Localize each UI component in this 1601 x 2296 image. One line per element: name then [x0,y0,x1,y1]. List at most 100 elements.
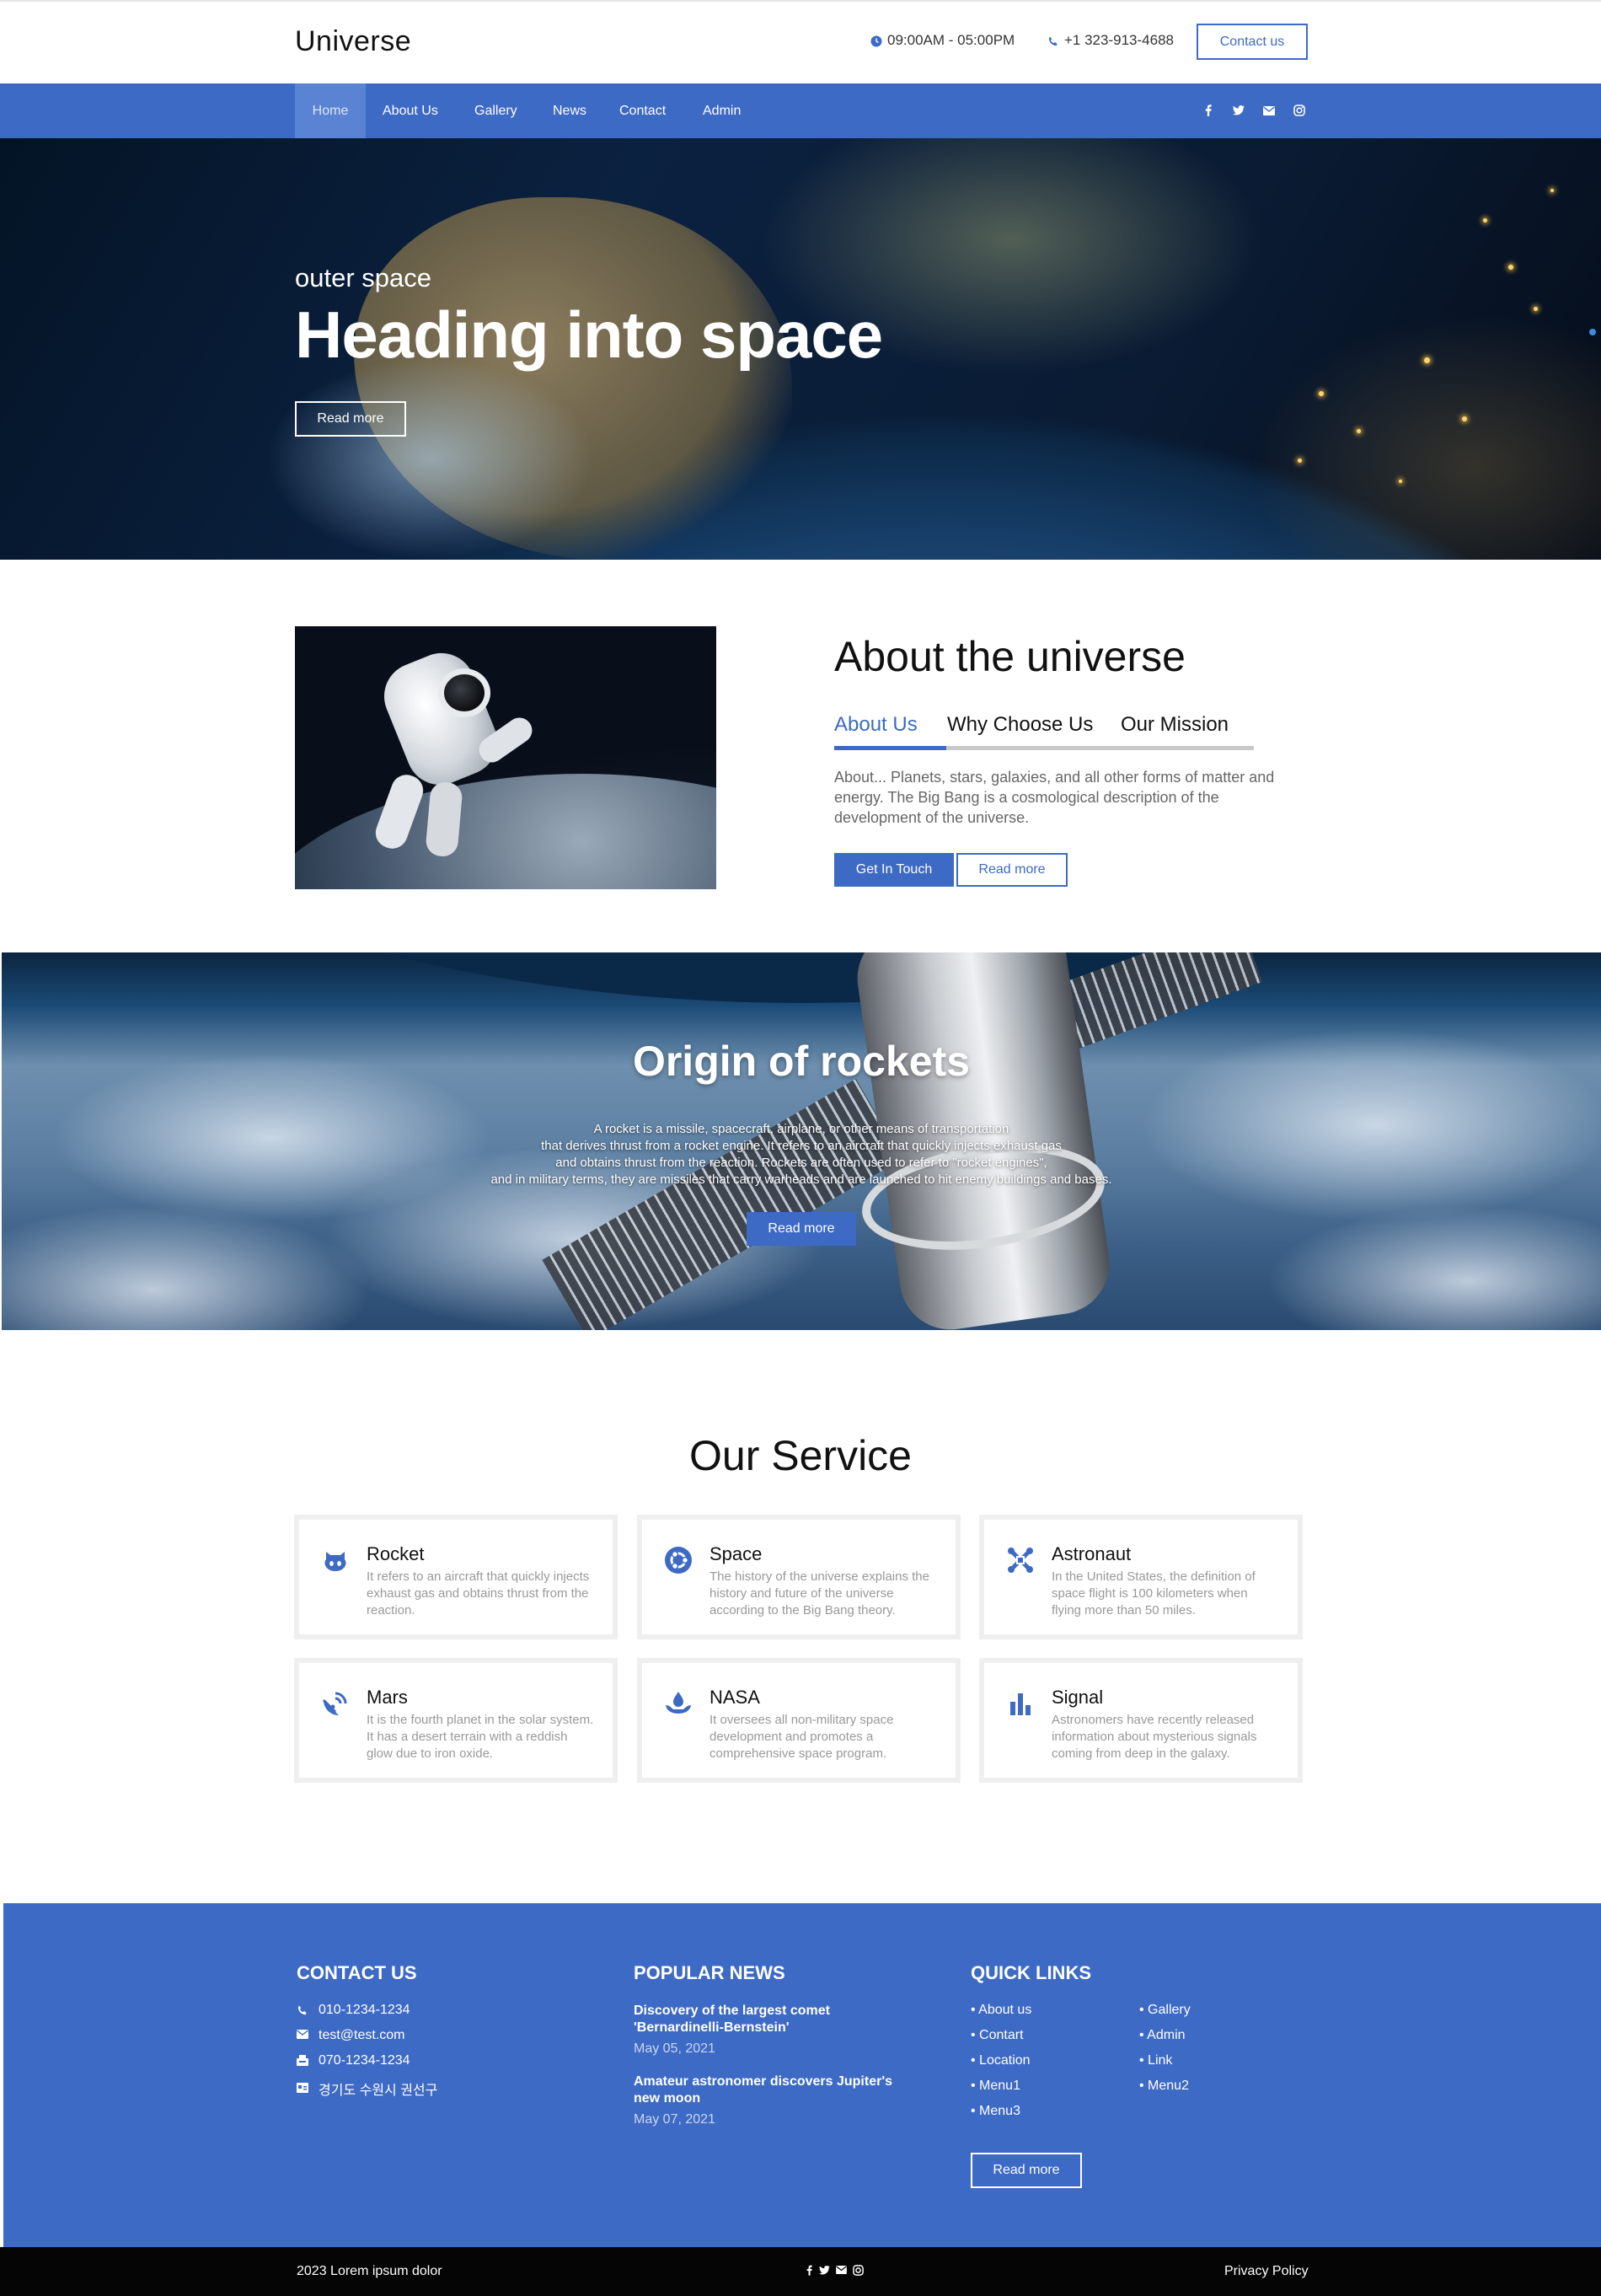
footer-read-more-button[interactable]: Read more [971,2153,1082,2188]
service-name: Astronaut [1052,1543,1132,1564]
mail-icon[interactable] [834,2263,848,2277]
quick-link-label: Menu1 [979,2079,1020,2093]
nav-item-contact[interactable]: Contact [619,83,666,138]
top-header: Universe 09:00AM - 05:00PM +1 323-913-46… [0,0,1601,83]
service-card-signal[interactable]: Signal Astronomers have recently release… [979,1658,1303,1783]
rockets-title: Origin of rockets [632,1038,971,1085]
copyright-text: 2023 Lorem ipsum dolor [297,2264,442,2278]
facebook-icon[interactable] [802,2263,816,2277]
ubuntu-icon [663,1545,693,1575]
tab-our-mission[interactable]: Our Mission [1121,713,1229,737]
quick-link[interactable]: • Menu3 [971,2104,1020,2119]
service-card-nasa[interactable]: NASA It oversees all non-military space … [637,1658,961,1783]
service-card-space[interactable]: Space The history of the universe explai… [637,1515,961,1639]
about-read-more-button[interactable]: Read more [956,853,1068,887]
satellite-dish-icon [320,1688,351,1719]
instagram-icon[interactable] [851,2263,865,2277]
service-name: Space [709,1543,763,1564]
quick-link[interactable]: • About us [971,2003,1031,2018]
site-footer: CONTACT US 010-1234-1234 test@test.com 0… [3,1903,1601,2247]
hand-drop-icon [663,1688,693,1719]
quick-link-label: Admin [1147,2028,1186,2042]
quick-link[interactable]: • Menu2 [1139,2079,1189,2094]
tab-about-us[interactable]: About Us [834,713,918,737]
footer-email: test@test.com [297,2028,405,2043]
about-tabs: About Us Why Choose Us Our Mission [834,713,1254,750]
about-title: About the universe [834,633,1186,680]
hours-text: 09:00AM - 05:00PM [887,32,1015,48]
tab-why-choose-us[interactable]: Why Choose Us [947,713,1093,737]
twitter-icon[interactable] [817,2263,831,2277]
hero-banner: outer space Heading into space Read more [0,138,1601,560]
site-logo[interactable]: Universe [295,25,411,58]
get-in-touch-button[interactable]: Get In Touch [834,853,954,887]
footer-contact-heading: CONTACT US [297,1962,417,1983]
instagram-icon[interactable] [1291,102,1308,119]
clock-icon [870,35,882,47]
service-card-rocket[interactable]: Rocket It refers to an aircraft that qui… [294,1515,618,1639]
facebook-icon[interactable] [1200,102,1217,119]
about-description: About... Planets, stars, galaxies, and a… [834,769,1275,826]
bottom-bar: 2023 Lorem ipsum dolor Privacy Policy [0,2247,1601,2296]
service-desc: It is the fourth planet in the solar sys… [367,1713,594,1761]
contact-us-button[interactable]: Contact us [1197,24,1308,60]
service-name: Rocket [367,1543,425,1564]
quick-link[interactable]: • Gallery [1139,2003,1191,2018]
phone-icon [297,2004,308,2016]
nav-item-admin[interactable]: Admin [703,83,741,138]
rockets-banner: Origin of rockets A rocket is a missile,… [2,952,1601,1330]
quick-link[interactable]: • Location [971,2053,1031,2068]
rockets-line: and in military terms, they are missiles… [490,1172,1112,1187]
rockets-line: and obtains thrust from the reaction. Ro… [555,1156,1047,1170]
main-nav: Home About Us Gallery News Contact Admin [0,83,1601,138]
hero-read-more-button[interactable]: Read more [295,401,406,437]
nav-item-about-us[interactable]: About Us [383,83,438,138]
hero-title: Heading into space [295,298,883,372]
quick-link-label: Location [979,2053,1031,2068]
quick-link-label: Menu2 [1148,2079,1189,2093]
hero-subtitle: outer space [295,263,431,292]
service-name: Signal [1052,1687,1104,1708]
quick-link[interactable]: • Contart [971,2028,1024,2043]
news-item-date: May 07, 2021 [634,2112,715,2127]
service-card-astronaut[interactable]: Astronaut In the United States, the defi… [979,1515,1303,1639]
service-desc: The history of the universe explains the… [709,1569,929,1617]
mail-icon[interactable] [1261,102,1277,119]
nav-item-home[interactable]: Home [295,83,366,138]
twitter-icon[interactable] [1230,102,1247,119]
nav-item-news[interactable]: News [553,83,586,138]
footer-phone: 010-1234-1234 [297,2003,410,2018]
footer-links-heading: QUICK LINKS [971,1962,1091,1983]
footer-news-heading: POPULAR NEWS [634,1962,785,1983]
github-icon [320,1545,351,1575]
service-desc: It oversees all non-military space devel… [709,1713,894,1761]
phone-info: +1 323-913-4688 [1047,32,1174,49]
news-item-title[interactable]: Discovery of the largest comet 'Bernardi… [634,2003,912,2036]
quick-link[interactable]: • Admin [1139,2028,1186,2043]
quick-link[interactable]: • Link [1139,2053,1172,2068]
rockets-read-more-button[interactable]: Read more [747,1212,856,1246]
quick-link-label: Contart [979,2028,1024,2042]
news-item-title[interactable]: Amateur astronomer discovers Jupiter's n… [634,2073,912,2107]
nav-item-gallery[interactable]: Gallery [474,83,517,138]
footer-fax: 070-1234-1234 [297,2053,410,2068]
service-desc: Astronomers have recently released infor… [1052,1713,1257,1761]
footer-contact-text: 010-1234-1234 [319,2003,410,2017]
rockets-line: A rocket is a missile, spacecraft, airpl… [593,1122,1009,1136]
quick-link-label: Link [1148,2053,1173,2068]
quick-link-label: About us [978,2003,1032,2017]
service-desc: In the United States, the definition of … [1052,1569,1256,1617]
news-item-date: May 05, 2021 [634,2041,715,2056]
privacy-policy-link[interactable]: Privacy Policy [1224,2264,1309,2279]
footer-contact-text: 070-1234-1234 [319,2053,410,2068]
service-card-mars[interactable]: Mars It is the fourth planet in the sola… [294,1658,618,1783]
address-card-icon [297,2083,308,2095]
quick-link[interactable]: • Menu1 [971,2079,1020,2094]
phone-icon [1047,35,1059,46]
service-name: NASA [709,1687,760,1708]
footer-contact-text: test@test.com [319,2028,405,2042]
slider-indicator[interactable] [1589,329,1596,335]
hours-info: 09:00AM - 05:00PM [870,32,1015,49]
service-desc: It refers to an aircraft that quickly in… [367,1569,590,1617]
rockets-description: A rocket is a missile, spacecraft, airpl… [2,1121,1601,1188]
